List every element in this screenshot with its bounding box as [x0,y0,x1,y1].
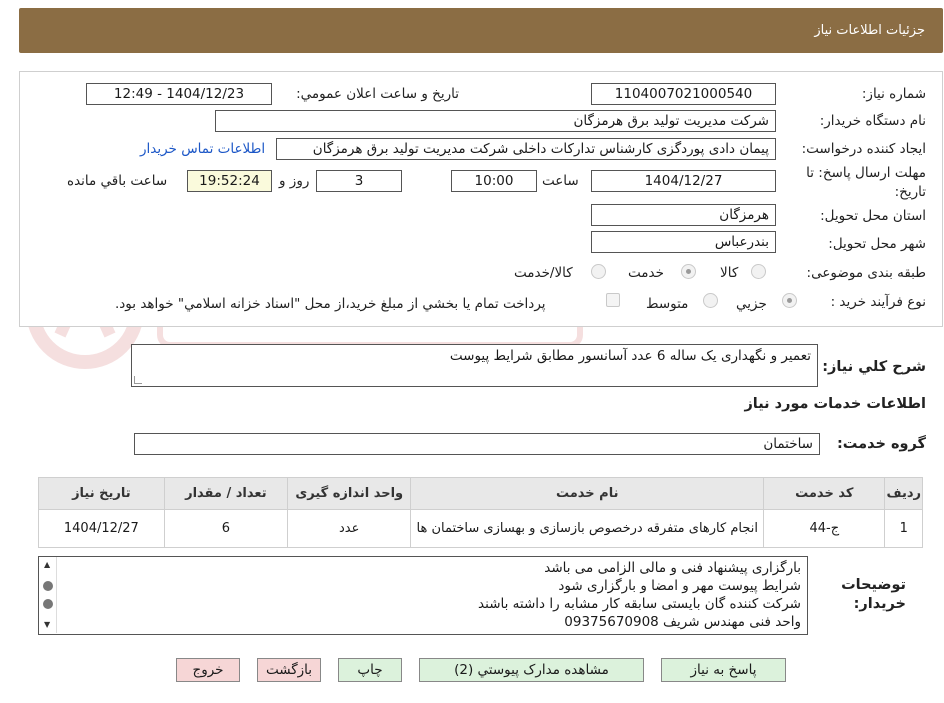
description-label: شرح کلي نياز: [822,359,926,375]
deadline-label: مهلت ارسال پاسخ: تا [806,165,926,181]
remaining-time-field: 19:52:24 [187,170,272,192]
description-textarea[interactable]: تعمیر و نگهداری یک ساله 6 عدد آسانسور مط… [131,344,818,387]
buyer-note-line: شرایط پیوست مهر و امضا و بارگزاری شود [558,578,801,594]
cell-row-number: 1 [884,509,923,548]
buyer-notes-label: توضيحات [841,577,906,593]
announce-date-field[interactable]: 1404/12/23 - 12:49 [86,83,272,105]
buyer-notes-label-2: خريدار: [853,596,906,612]
need-number-field[interactable]: 1104007021000540 [591,83,776,105]
category-label: طبقه بندی موضوعی: [806,265,926,281]
cell-need-date: 1404/12/27 [38,509,165,548]
days-label: روز و [279,173,310,189]
requester-field[interactable]: پیمان دادی پوردگزی کارشناس تدارکات داخلی… [276,138,776,160]
scroll-down-icon[interactable]: ▼ [44,620,50,629]
col-header-service-code: کد خدمت [763,477,886,510]
category-radio-goods-service[interactable] [591,264,606,279]
page-title: جزئيات اطلاعات نياز [814,23,925,38]
process-radio-medium[interactable] [703,293,718,308]
treasury-payment-note: پرداخت تمام يا بخشي از مبلغ خريد،از محل … [115,296,546,312]
remaining-time-label: ساعت باقي مانده [67,173,168,189]
days-remaining-field[interactable]: 3 [316,170,402,192]
cell-unit: عدد [287,509,412,548]
need-number-label: شماره نياز: [861,86,926,102]
city-field[interactable]: بندرعباس [591,231,776,253]
table-header-row: رديف کد خدمت نام خدمت واحد اندازه گيری ت… [38,477,923,510]
exit-button[interactable]: خروج [176,658,240,682]
deadline-time-field[interactable]: 10:00 [451,170,537,192]
deadline-time-label: ساعت [542,173,579,189]
process-label: نوع فرآيند خريد : [830,294,926,310]
col-header-service-name: نام خدمت [410,477,765,510]
treasury-payment-checkbox[interactable] [606,293,620,307]
buyer-org-field[interactable]: شرکت مدیریت تولید برق هرمزگان [215,110,776,132]
resize-grip-icon[interactable] [134,376,142,384]
buyer-org-label: نام دستگاه خريدار: [819,113,926,129]
buyer-note-line: واحد فنی مهندس شریف 09375670908 [564,614,801,630]
process-radio-minor[interactable] [782,293,797,308]
col-header-unit: واحد اندازه گيری [287,477,412,510]
scroll-thumb-icon[interactable] [43,581,53,591]
process-option-minor: جزيي [736,296,767,312]
category-radio-service[interactable] [681,264,696,279]
scroll-track-icon [43,599,53,609]
announce-date-label: تاريخ و ساعت اعلان عمومي: [296,86,459,102]
reply-button[interactable]: پاسخ به نياز [661,658,786,682]
buyer-notes-textarea[interactable]: بارگزاری پیشنهاد فنی و مالی الزامی می با… [38,556,808,635]
deadline-label-date: تاريخ: [894,184,926,200]
service-group-field[interactable]: ساختمان [134,433,820,455]
service-group-label: گروه خدمت: [836,436,926,452]
category-option-goods: کالا [720,265,739,281]
col-header-row: رديف [884,477,923,510]
cell-service-name: انجام کارهای متفرقه درخصوص بازسازی و بهس… [410,509,765,548]
col-header-quantity: تعداد / مقدار [163,477,289,510]
col-header-need-date: تاريخ نياز [38,477,165,510]
description-text: تعمیر و نگهداری یک ساله 6 عدد آسانسور مط… [449,348,811,364]
buyer-contact-link[interactable]: اطلاعات تماس خريدار [140,141,265,157]
category-option-goods-service: کالا/خدمت [514,265,573,281]
scroll-up-icon[interactable]: ▲ [44,560,50,569]
notes-scrollbar[interactable]: ▲ ▼ [39,557,57,633]
services-table: رديف کد خدمت نام خدمت واحد اندازه گيری ت… [38,477,923,548]
table-row: 1 ج-44 انجام کارهای متفرقه درخصوص بازساز… [38,509,923,548]
process-option-medium: متوسط [646,296,689,312]
category-option-service: خدمت [628,265,664,281]
province-label: استان محل تحويل: [820,208,926,224]
category-radio-goods[interactable] [751,264,766,279]
city-label: شهر محل تحويل: [828,236,926,252]
services-section-title: اطلاعات خدمات مورد نياز [744,396,926,412]
cell-service-code: ج-44 [763,509,886,548]
buyer-note-line: شرکت کننده گان بایستی سابقه کار مشابه را… [478,596,801,612]
page-header: جزئيات اطلاعات نياز [19,8,943,53]
view-attachments-button[interactable]: مشاهده مدارک پيوستي (2) [419,658,644,682]
cell-quantity: 6 [163,509,289,548]
print-button[interactable]: چاپ [338,658,402,682]
buyer-note-line: بارگزاری پیشنهاد فنی و مالی الزامی می با… [544,560,801,576]
back-button[interactable]: بازگشت [257,658,321,682]
province-field[interactable]: هرمزگان [591,204,776,226]
deadline-date-field[interactable]: 1404/12/27 [591,170,776,192]
requester-label: ايجاد کننده درخواست: [801,141,926,157]
